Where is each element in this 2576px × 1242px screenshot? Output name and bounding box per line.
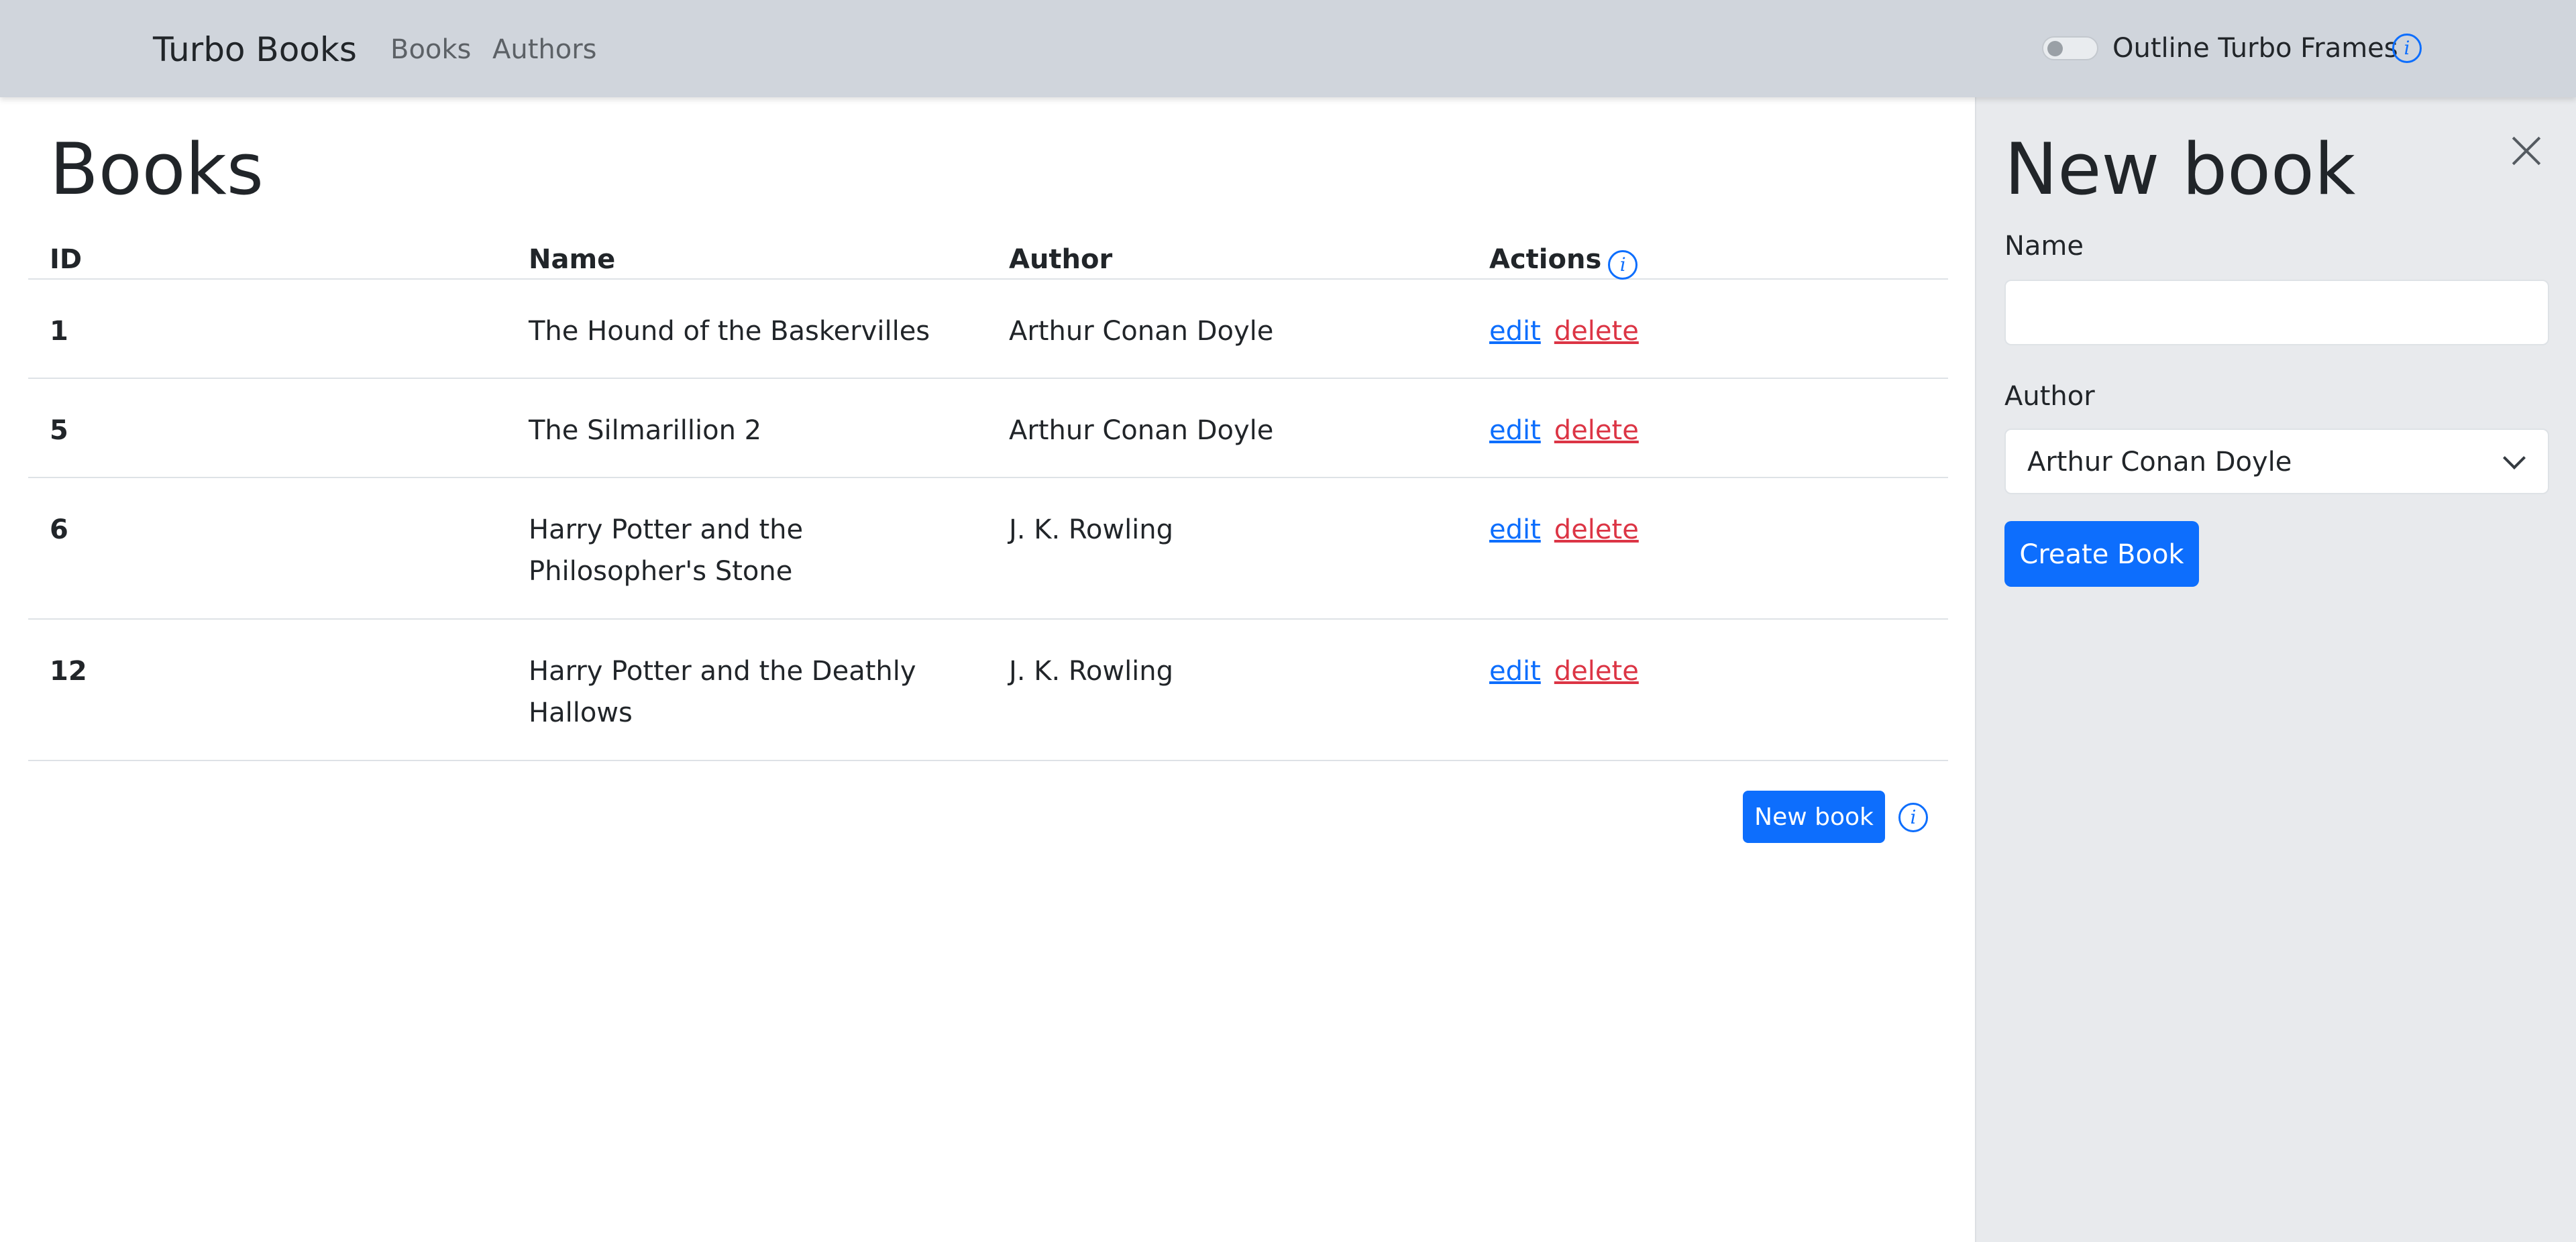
table-row: 6 Harry Potter and the Philosopher's Sto…	[28, 478, 1948, 620]
outline-frames-toggle[interactable]	[2042, 36, 2098, 60]
delete-link[interactable]: delete	[1554, 415, 1639, 446]
info-icon[interactable]: i	[1608, 250, 1638, 280]
delete-link[interactable]: delete	[1554, 316, 1639, 347]
column-header-actions: Actions i	[1489, 241, 1638, 280]
row-name: Harry Potter and the Deathly Hallows	[529, 656, 916, 728]
brand-link[interactable]: Turbo Books	[153, 25, 357, 74]
books-table: ID Name Author Actions i 1 The Hound of t…	[28, 231, 1948, 761]
name-label: Name	[2004, 231, 2084, 262]
table-row: 5 The Silmarillion 2 Arthur Conan Doyle …	[28, 379, 1948, 478]
new-book-button[interactable]: New book	[1743, 791, 1885, 843]
delete-link[interactable]: delete	[1554, 656, 1639, 687]
row-author: Arthur Conan Doyle	[1009, 415, 1274, 446]
main-content: Books ID Name Author Actions i 1 The Houn…	[0, 97, 1975, 1242]
author-label: Author	[2004, 381, 2095, 412]
column-header-id: ID	[50, 244, 83, 275]
author-select[interactable]: Arthur Conan Doyle	[2004, 429, 2549, 494]
create-book-button[interactable]: Create Book	[2004, 521, 2199, 587]
row-author: J. K. Rowling	[1009, 514, 1174, 545]
info-icon[interactable]: i	[1898, 803, 1928, 832]
row-id: 6	[50, 514, 68, 545]
name-field[interactable]	[2004, 280, 2549, 345]
chevron-down-icon	[2503, 447, 2526, 469]
row-id: 12	[50, 656, 87, 687]
row-author: Arthur Conan Doyle	[1009, 316, 1274, 347]
column-header-name: Name	[529, 244, 616, 275]
edit-link[interactable]: edit	[1489, 316, 1541, 347]
edit-link[interactable]: edit	[1489, 415, 1541, 446]
table-header: ID Name Author Actions i	[28, 231, 1948, 280]
info-icon[interactable]: i	[2392, 34, 2422, 63]
row-actions: edit delete	[1489, 310, 1652, 352]
toggle-knob	[2047, 41, 2063, 56]
author-select-value: Arthur Conan Doyle	[2027, 447, 2292, 477]
row-id: 1	[50, 316, 68, 347]
close-icon[interactable]	[2506, 131, 2546, 171]
column-header-actions-label: Actions	[1489, 244, 1602, 275]
edit-link[interactable]: edit	[1489, 656, 1541, 687]
row-actions: edit delete	[1489, 410, 1652, 451]
row-actions: edit delete	[1489, 509, 1652, 551]
table-row: 12 Harry Potter and the Deathly Hallows …	[28, 620, 1948, 761]
navbar: Turbo Books Books Authors Outline Turbo …	[0, 0, 2576, 97]
row-actions: edit delete	[1489, 651, 1652, 692]
edit-link[interactable]: edit	[1489, 514, 1541, 545]
nav-link-authors[interactable]: Authors	[492, 31, 597, 68]
row-name: Harry Potter and the Philosopher's Stone	[529, 514, 804, 587]
row-name: The Hound of the Baskervilles	[529, 316, 930, 347]
page-title: Books	[50, 128, 264, 211]
new-book-panel: New book Name Author Arthur Conan Doyle …	[1975, 97, 2576, 1242]
row-id: 5	[50, 415, 68, 446]
table-row: 1 The Hound of the Baskervilles Arthur C…	[28, 280, 1948, 379]
column-header-author: Author	[1009, 244, 1113, 275]
row-author: J. K. Rowling	[1009, 656, 1174, 687]
outline-frames-label[interactable]: Outline Turbo Frames	[2112, 30, 2398, 67]
nav-link-books[interactable]: Books	[390, 31, 471, 68]
row-name: The Silmarillion 2	[529, 415, 762, 446]
panel-title: New book	[2004, 128, 2356, 211]
delete-link[interactable]: delete	[1554, 514, 1639, 545]
